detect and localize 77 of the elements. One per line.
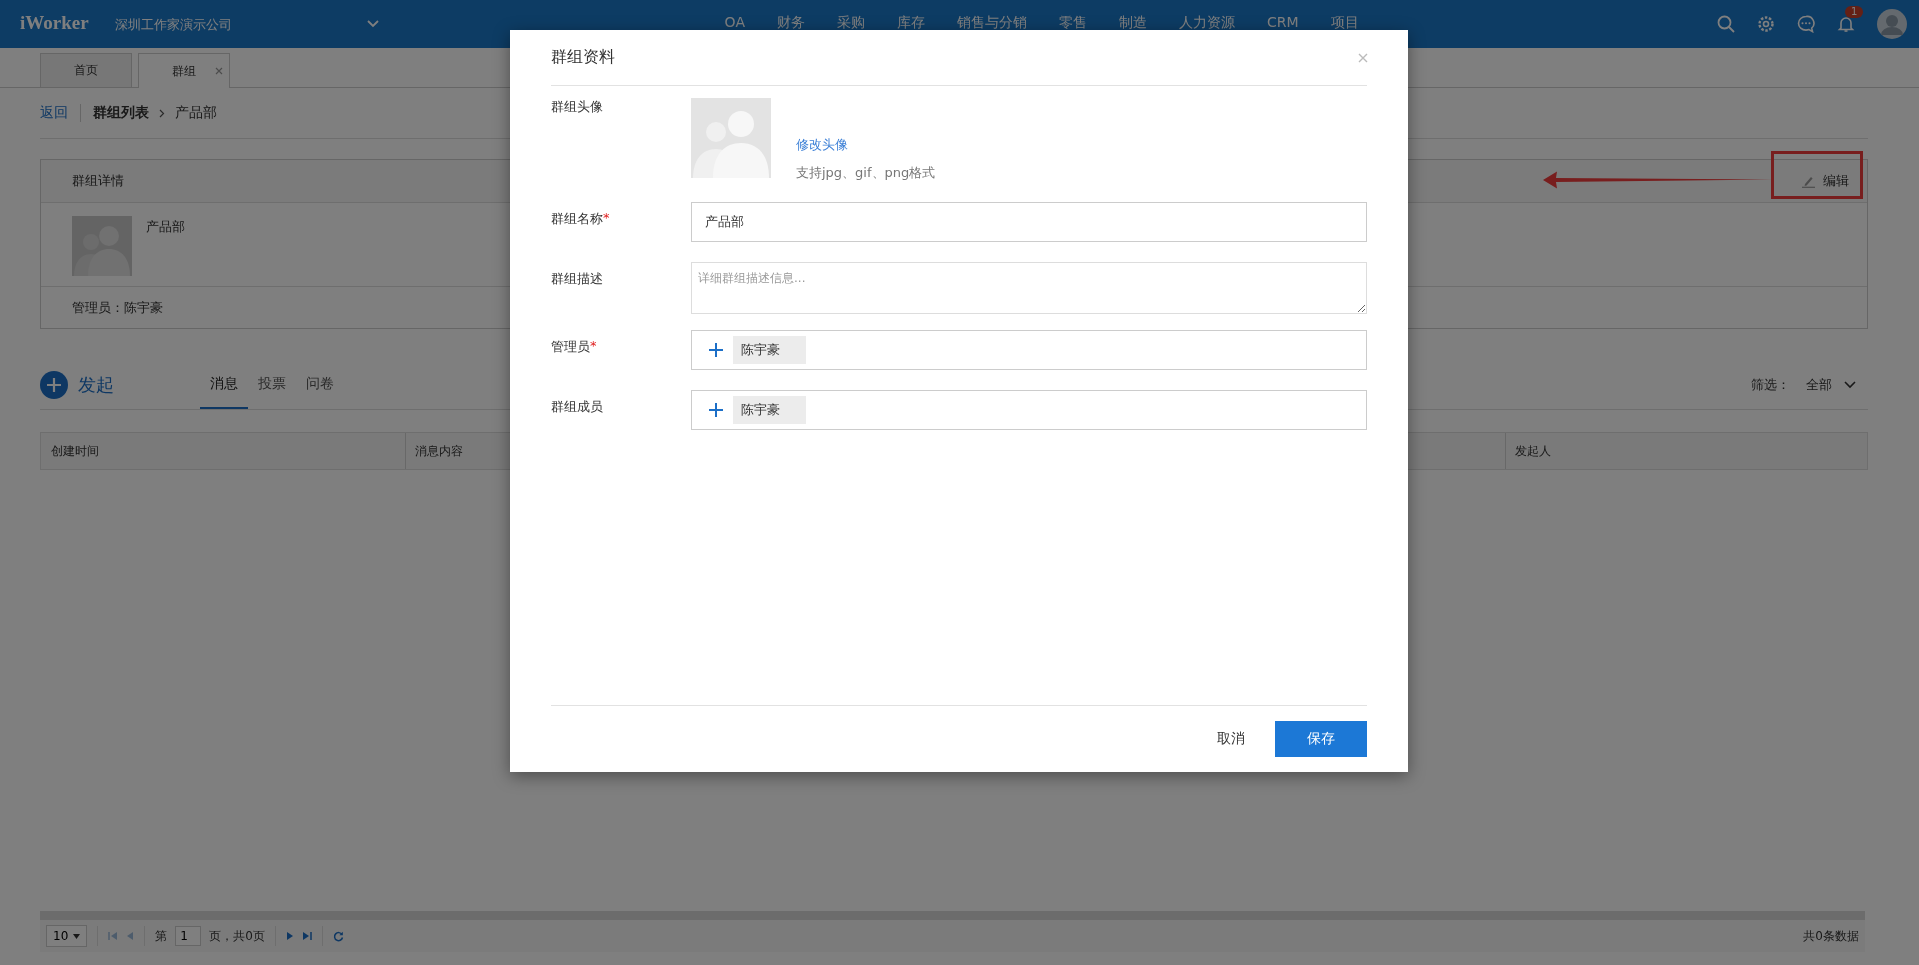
field-label: 管理员 <box>551 338 590 356</box>
tab-label: 群组 <box>172 62 196 80</box>
next-page-icon[interactable] <box>285 931 294 941</box>
nav-item[interactable]: 销售与分销 <box>940 0 1043 30</box>
filter-dropdown[interactable]: 全部 <box>1806 372 1868 398</box>
feed-tab[interactable]: 消息 <box>200 361 248 409</box>
required-mark: * <box>590 338 597 353</box>
plus-icon[interactable] <box>709 403 723 417</box>
nav-item[interactable]: 库存 <box>880 0 941 30</box>
page-tab[interactable]: 首页 <box>40 53 132 87</box>
card-title: 群组详情 <box>72 172 124 190</box>
field-label: 群组头像 <box>551 98 603 116</box>
filter-label: 筛选： <box>1751 376 1790 394</box>
field-label: 群组名称 <box>551 210 603 228</box>
back-link[interactable]: 返回 <box>40 104 68 122</box>
save-button[interactable]: 保存 <box>1275 721 1367 757</box>
page-count: 页，共0页 <box>209 927 265 945</box>
refresh-icon[interactable] <box>332 930 344 942</box>
name-input[interactable]: 产品部 <box>691 202 1367 242</box>
page-tab[interactable]: 群组 <box>138 53 230 88</box>
field-label: 群组描述 <box>551 270 603 288</box>
tab-label: 首页 <box>74 62 98 79</box>
description-input[interactable]: 详细群组描述信息... <box>691 262 1367 314</box>
change-avatar-link[interactable]: 修改头像 <box>796 136 936 154</box>
user-avatar[interactable] <box>1877 9 1907 39</box>
admin-text: 管理员：陈宇豪 <box>72 298 163 317</box>
feed-tab[interactable]: 投票 <box>248 361 296 409</box>
logo[interactable]: iWorker <box>20 12 89 34</box>
group-avatar <box>72 216 132 276</box>
people-field[interactable]: 陈宇豪 <box>691 330 1367 370</box>
launch-button[interactable]: 发起 <box>40 371 114 399</box>
close-icon[interactable] <box>1358 52 1368 63</box>
company-name: 深圳工作家演示公司 <box>114 16 233 34</box>
required-mark: * <box>603 210 610 225</box>
person-tag[interactable]: 陈宇豪 <box>733 396 806 424</box>
first-page-icon[interactable] <box>108 931 119 941</box>
nav-item[interactable]: 财务 <box>760 0 821 30</box>
breadcrumb-item[interactable]: 群组列表 <box>93 104 149 122</box>
person-tag[interactable]: 陈宇豪 <box>733 336 806 364</box>
nav-item[interactable]: 采购 <box>820 0 881 30</box>
dialog-title: 群组资料 <box>551 47 615 68</box>
plus-icon[interactable] <box>709 343 723 357</box>
field-label: 群组成员 <box>551 398 603 416</box>
plus-circle-icon <box>40 371 68 399</box>
nav-item[interactable]: CRM <box>1250 0 1315 30</box>
cancel-button[interactable]: 取消 <box>1211 721 1251 757</box>
chevron-down-icon[interactable] <box>366 20 379 28</box>
record-count: 共0条数据 <box>1803 927 1859 945</box>
nav-item[interactable]: 零售 <box>1042 0 1103 30</box>
chevron-down-icon <box>1844 381 1856 389</box>
edit-button[interactable]: 编辑 <box>1791 166 1859 196</box>
last-page-icon[interactable] <box>301 931 312 941</box>
nav-item[interactable]: 人力资源 <box>1162 0 1251 30</box>
settings-icon[interactable] <box>1757 15 1775 33</box>
page-prefix: 第 <box>155 927 168 945</box>
nav-item[interactable]: 制造 <box>1102 0 1163 30</box>
page-input[interactable]: 1 <box>175 926 202 946</box>
previous-page-icon[interactable] <box>126 931 135 941</box>
chat-icon[interactable] <box>1797 15 1815 33</box>
chevron-right-icon <box>159 108 165 118</box>
caret-down-icon <box>73 933 81 939</box>
nav-item[interactable]: 项目 <box>1314 0 1375 30</box>
notification-badge: 1 <box>1845 6 1864 18</box>
bell-icon[interactable] <box>1837 15 1855 33</box>
pencil-icon <box>1801 174 1817 188</box>
page-size-select[interactable]: 10 <box>46 925 88 947</box>
close-icon[interactable] <box>215 67 223 75</box>
column-header: 消息内容 <box>415 445 463 457</box>
group-name: 产品部 <box>146 218 185 236</box>
nav-item[interactable]: OA <box>708 0 761 30</box>
breadcrumb-item: 产品部 <box>175 104 217 122</box>
column-header: 发起人 <box>1515 445 1551 457</box>
format-hint: 支持jpg、gif、png格式 <box>796 164 936 182</box>
people-field[interactable]: 陈宇豪 <box>691 390 1367 430</box>
search-icon[interactable] <box>1717 15 1735 33</box>
feed-tab[interactable]: 问卷 <box>296 361 344 409</box>
column-header: 创建时间 <box>51 445 99 457</box>
